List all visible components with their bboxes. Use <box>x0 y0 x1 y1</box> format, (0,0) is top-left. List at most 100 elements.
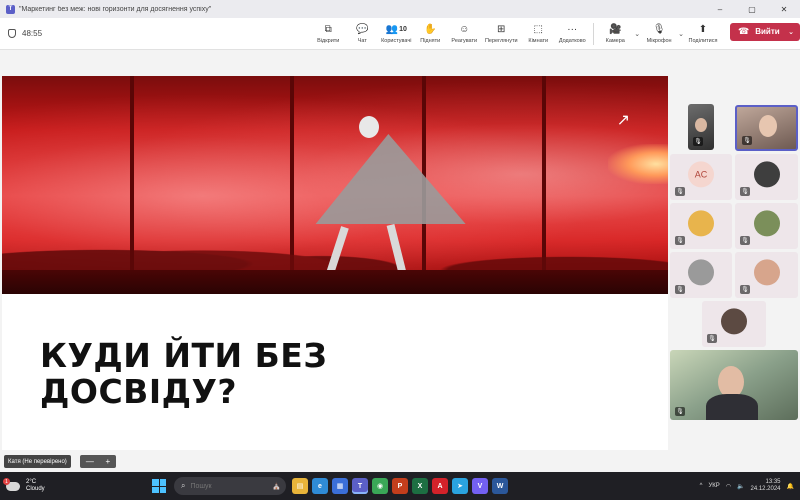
wifi-icon[interactable]: ◠ <box>726 483 731 490</box>
open-button[interactable]: ⧉ Відкрити <box>311 23 345 44</box>
acrobat-app-icon[interactable]: A <box>432 478 448 494</box>
smile-icon: ☺ <box>459 24 470 35</box>
maximize-button[interactable]: ▢ <box>736 0 768 18</box>
rooms-button[interactable]: ⬚ Кімнати <box>521 23 555 44</box>
participant-tile[interactable]: 🎙 <box>735 154 798 200</box>
meeting-timer: 48:55 <box>8 29 53 38</box>
more-label: Додатково <box>558 37 586 44</box>
avatar <box>688 259 714 286</box>
windows-start-icon[interactable] <box>152 479 166 493</box>
participant-tile[interactable]: 🎙 <box>670 252 732 298</box>
mic-options-chevron-icon[interactable]: ⌄ <box>678 30 684 38</box>
raise-hand-label: Підняти <box>420 37 441 44</box>
participant-tile[interactable]: 🎙 <box>735 252 798 298</box>
search-input[interactable] <box>190 482 246 490</box>
toolbar-actions: ⧉ Відкрити 💬 Чат 👥 10 Користувачі ✋ Підня… <box>311 22 800 45</box>
avatar <box>688 210 714 237</box>
clock[interactable]: 13:35 24.12.2024 <box>750 479 780 493</box>
mic-muted-icon: 🎙 <box>675 407 685 416</box>
participants-gallery: 🎙 🎙 AC 🎙 🎙 🎙 🎙 🎙 🎙 🎙 🎙 <box>670 50 800 452</box>
notification-badge: 1 <box>3 478 10 485</box>
mic-button[interactable]: 🎙 Мікрофон <box>642 23 676 44</box>
edge-app-icon[interactable]: e <box>312 478 328 494</box>
participant-tile[interactable]: 🎙 <box>670 203 732 249</box>
share-button[interactable]: ⬆ Поділитися <box>686 23 720 44</box>
leave-options-chevron-icon[interactable]: ⌄ <box>788 28 794 36</box>
camera-button[interactable]: 🎥 Камера <box>598 23 632 44</box>
react-button[interactable]: ☺ Реагувати <box>447 23 481 44</box>
participant-tile[interactable]: 🎙 <box>688 104 714 150</box>
people-count: 10 <box>399 26 407 33</box>
participant-tile[interactable]: 🎙 <box>735 105 798 151</box>
mic-muted-icon: 🎙 <box>740 187 750 196</box>
mic-label: Мікрофон <box>646 37 672 44</box>
weather-widget[interactable]: 1 2°C Cloudy <box>3 478 106 493</box>
view-button[interactable]: ⊞ Переглянути <box>481 23 521 44</box>
leave-button[interactable]: ☎ Вийти ⌄ <box>730 22 800 41</box>
store-app-icon[interactable]: ▦ <box>332 478 348 494</box>
zoom-out-button[interactable]: — <box>86 457 94 466</box>
rooms-icon: ⬚ <box>533 24 543 35</box>
search-highlight-icon: ⛪ <box>272 483 281 490</box>
powerpoint-app-icon[interactable]: P <box>392 478 408 494</box>
react-label: Реагувати <box>451 37 478 44</box>
teams-logo-icon: T <box>6 4 15 14</box>
share-icon: ⬆ <box>698 24 708 35</box>
taskbar-apps: ▤ e ▦ T ◉ P X A ➤ V W <box>292 478 508 494</box>
more-button[interactable]: ··· Додатково <box>555 23 589 44</box>
taskbar-search[interactable]: ⌕ ⛪ <box>174 477 286 495</box>
leave-label: Вийти <box>755 27 780 36</box>
camera-options-chevron-icon[interactable]: ⌄ <box>634 30 640 38</box>
chat-icon: 💬 <box>356 24 369 35</box>
weather-temperature: 2°C <box>26 479 37 485</box>
meeting-bottom-bar: Катя (Не перевірено) — + <box>0 452 800 472</box>
language-indicator[interactable]: УКР <box>708 483 719 489</box>
participant-tile[interactable]: 🎙 <box>670 350 798 420</box>
mic-muted-icon: 🎙 <box>675 187 685 196</box>
meeting-toolbar: 48:55 ⧉ Відкрити 💬 Чат 👥 10 Користувачі ✋… <box>0 18 800 50</box>
participant-tile[interactable]: 🎙 <box>702 301 766 347</box>
search-icon: ⌕ <box>181 481 186 490</box>
chat-button[interactable]: 💬 Чат <box>345 23 379 44</box>
file-explorer-app-icon[interactable]: ▤ <box>292 478 308 494</box>
toolbar-divider <box>593 22 595 45</box>
zoom-in-button[interactable]: + <box>105 457 110 466</box>
avatar: AC <box>688 161 714 188</box>
telegram-app-icon[interactable]: ➤ <box>452 478 468 494</box>
raise-hand-icon: ✋ <box>424 24 437 35</box>
chrome-app-icon[interactable]: ◉ <box>372 478 388 494</box>
window-title-bar: T "Маркетинг без меж: нові горизонти для… <box>0 0 800 18</box>
window-title: "Маркетинг без меж: нові горизонти для д… <box>19 5 212 13</box>
word-app-icon[interactable]: W <box>492 478 508 494</box>
raise-hand-button[interactable]: ✋ Підняти <box>413 23 447 44</box>
presenter-name-chip: Катя (Не перевірено) <box>4 455 71 468</box>
share-label: Поділитися <box>688 37 718 44</box>
people-button[interactable]: 👥 10 Користувачі <box>379 23 413 44</box>
mic-muted-icon: 🎙 <box>675 236 685 245</box>
more-icon: ··· <box>567 24 578 35</box>
zoom-control: — + <box>80 455 116 468</box>
close-button[interactable]: ✕ <box>768 0 800 18</box>
slide-photo: ↗ <box>2 76 668 294</box>
avatar <box>753 161 780 188</box>
clock-date: 24.12.2024 <box>750 486 781 492</box>
viber-app-icon[interactable]: V <box>472 478 488 494</box>
chevron-up-icon[interactable]: ^ <box>700 483 703 489</box>
grid-view-icon: ⊞ <box>497 24 506 35</box>
arrow-up-right-icon: ↗ <box>616 112 630 129</box>
notifications-bell-icon[interactable]: 🔔 <box>787 483 794 490</box>
system-tray: ^ УКР ◠ 🔈 13:35 24.12.2024 🔔 <box>700 479 794 493</box>
open-label: Відкрити <box>317 37 340 44</box>
mic-muted-icon: 🎙 <box>693 137 703 146</box>
participant-tile[interactable]: AC 🎙 <box>670 154 732 200</box>
teams-app-icon[interactable]: T <box>352 478 368 494</box>
volume-icon[interactable]: 🔈 <box>737 483 744 490</box>
participant-tile[interactable]: 🎙 <box>735 203 798 249</box>
excel-app-icon[interactable]: X <box>412 478 428 494</box>
mic-off-icon: 🎙 <box>652 24 666 35</box>
open-in-window-icon: ⧉ <box>324 24 332 35</box>
minimize-button[interactable]: – <box>704 0 736 18</box>
clock-time: 13:35 <box>765 479 781 485</box>
shield-icon <box>8 29 16 38</box>
cloud-icon: 1 <box>3 478 20 492</box>
